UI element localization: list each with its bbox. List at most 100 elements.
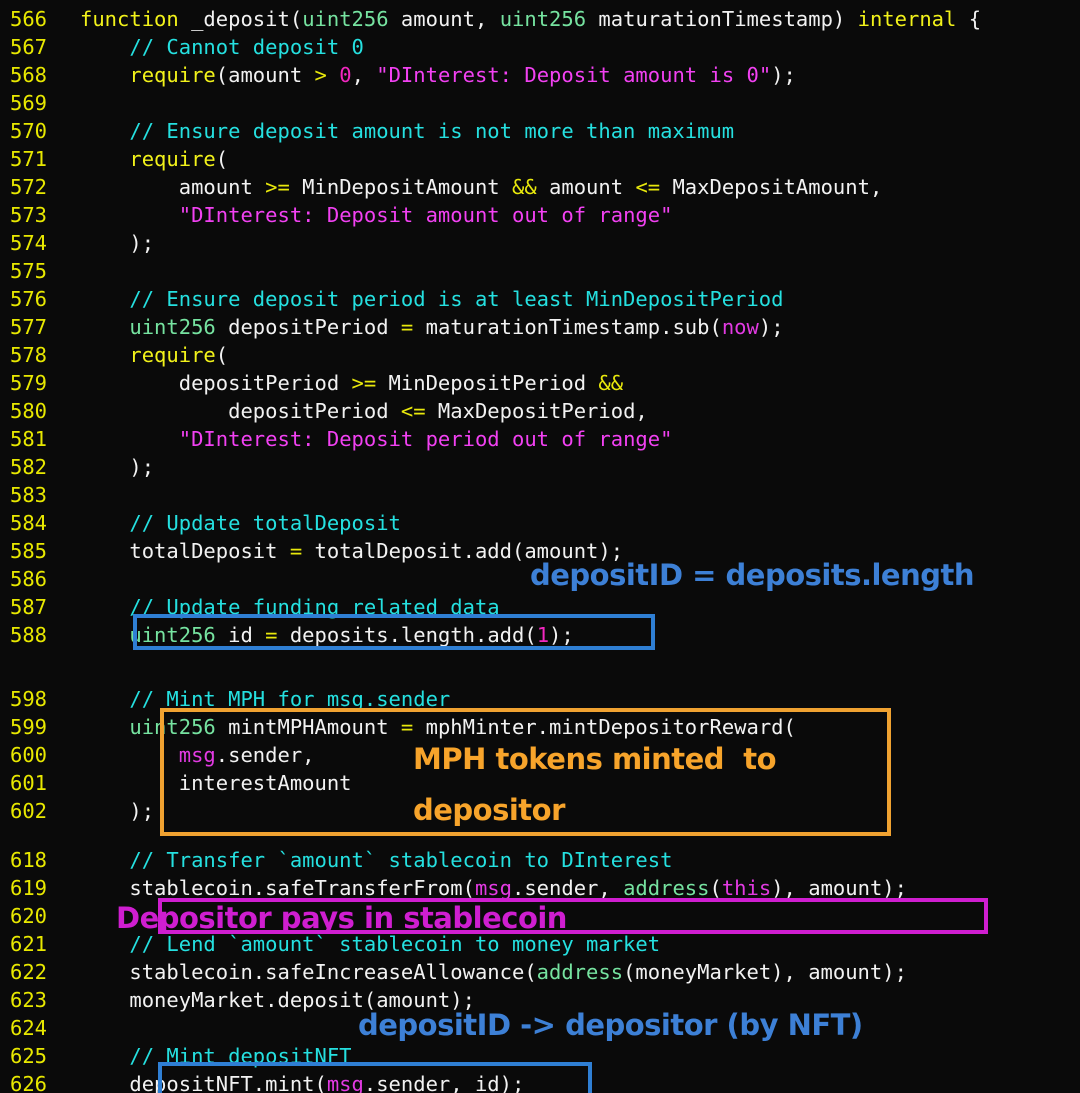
code-line[interactable]: 625 // Mint depositNFT (0, 1042, 1080, 1070)
line-number: 572 (10, 175, 48, 199)
code-line[interactable]: 569 (0, 89, 1080, 117)
code-line[interactable]: 572 amount >= MinDepositAmount && amount… (0, 173, 1080, 201)
code-token: maturationTimestamp) (586, 7, 858, 31)
line-number: 598 (10, 687, 48, 711)
line-number: 626 (10, 1072, 48, 1093)
code-line-text: require(amount > 0, "DInterest: Deposit … (80, 61, 796, 89)
code-token: stablecoin.safeIncreaseAllowance( (80, 960, 537, 984)
code-token: interestAmount (80, 771, 352, 795)
code-line[interactable]: 576 // Ensure deposit period is at least… (0, 285, 1080, 313)
code-line[interactable]: 583 (0, 481, 1080, 509)
code-token: > (314, 63, 327, 87)
code-line[interactable]: 570 // Ensure deposit amount is not more… (0, 117, 1080, 145)
code-token: now (721, 315, 759, 339)
line-number: 586 (10, 567, 48, 591)
code-token: ( (215, 343, 229, 367)
line-number: 571 (10, 147, 48, 171)
code-token: uint256 (129, 315, 216, 339)
code-line[interactable]: 581 "DInterest: Deposit period out of ra… (0, 425, 1080, 453)
code-token: depositPeriod (80, 399, 401, 423)
code-line[interactable]: 577 uint256 depositPeriod = maturationTi… (0, 313, 1080, 341)
code-line[interactable]: 598 // Mint MPH for msg.sender (0, 685, 1080, 713)
code-token: // Transfer `amount` stablecoin to DInte… (80, 848, 673, 872)
code-line[interactable]: 599 uint256 mintMPHAmount = mphMinter.mi… (0, 713, 1080, 741)
code-line-text: depositNFT.mint(msg.sender, id); (80, 1070, 524, 1093)
code-token: "DInterest: Deposit amount out of range" (178, 203, 673, 227)
code-line[interactable]: 584 // Update totalDeposit (0, 509, 1080, 537)
annotation-label: Depositor pays in stablecoin (116, 901, 567, 935)
code-token: MaxDepositAmount, (660, 175, 883, 199)
code-token: amount (536, 175, 636, 199)
code-token: function (80, 7, 192, 31)
code-line-text: // Cannot deposit 0 (80, 33, 364, 61)
line-number: 622 (10, 960, 48, 984)
code-line[interactable]: 618 // Transfer `amount` stablecoin to D… (0, 846, 1080, 874)
code-token: require (129, 147, 216, 171)
code-line[interactable]: 568 require(amount > 0, "DInterest: Depo… (0, 61, 1080, 89)
line-number: 625 (10, 1044, 48, 1068)
line-number: 577 (10, 315, 48, 339)
code-token: "DInterest: Deposit period out of range" (178, 427, 673, 451)
code-line-text: // Ensure deposit period is at least Min… (80, 285, 783, 313)
code-token: && (512, 175, 537, 199)
code-token: depositNFT.mint( (80, 1072, 327, 1093)
code-token: msg (178, 743, 216, 767)
code-token: && (598, 371, 624, 395)
code-line[interactable]: 575 (0, 257, 1080, 285)
code-screenshot: 566 function _deposit(uint256 amount, uin… (0, 0, 1080, 1093)
code-line[interactable]: 619 stablecoin.safeTransferFrom(msg.send… (0, 874, 1080, 902)
code-line[interactable]: 573 "DInterest: Deposit amount out of ra… (0, 201, 1080, 229)
code-line[interactable]: 580 depositPeriod <= MaxDepositPeriod, (0, 397, 1080, 425)
line-number: 566 (10, 7, 48, 31)
code-token: MinDepositAmount (289, 175, 512, 199)
line-number: 618 (10, 848, 48, 872)
code-token: = (400, 715, 414, 739)
code-token: 0 (339, 63, 352, 87)
code-line[interactable]: 582 ); (0, 453, 1080, 481)
code-token: _deposit (191, 7, 290, 31)
code-line[interactable]: 571 require( (0, 145, 1080, 173)
code-token: deposits.length.add( (277, 623, 537, 647)
code-token: MaxDepositPeriod, (425, 399, 648, 423)
code-line-text: depositPeriod >= MinDepositPeriod && (80, 369, 623, 397)
code-token: ); (771, 63, 796, 87)
code-token: <= (400, 399, 426, 423)
code-line[interactable]: 622 stablecoin.safeIncreaseAllowance(add… (0, 958, 1080, 986)
line-number: 584 (10, 511, 48, 535)
code-line[interactable]: 578 require( (0, 341, 1080, 369)
code-line[interactable]: 579 depositPeriod >= MinDepositPeriod && (0, 369, 1080, 397)
annotation-label: depositID = deposits.length (530, 558, 975, 592)
code-token: (moneyMarket), amount); (623, 960, 907, 984)
code-line-text: // Mint depositNFT (80, 1042, 351, 1070)
code-token: .sender, id); (363, 1072, 525, 1093)
code-token: internal (857, 7, 957, 31)
line-number: 583 (10, 483, 48, 507)
code-token: uint256 (129, 715, 216, 739)
code-line[interactable]: 567 // Cannot deposit 0 (0, 33, 1080, 61)
code-line[interactable]: 566 function _deposit(uint256 amount, uin… (0, 5, 1080, 33)
line-number: 585 (10, 539, 48, 563)
code-line-text: function _deposit(uint256 amount, uint25… (80, 5, 981, 33)
code-token: >= (351, 371, 377, 395)
code-line-text: // Update totalDeposit (80, 509, 401, 537)
code-line[interactable]: 587 // Update funding related data (0, 593, 1080, 621)
code-line-text: require( (80, 341, 228, 369)
code-token: ( (289, 7, 303, 31)
line-number: 576 (10, 287, 48, 311)
line-number: 573 (10, 203, 48, 227)
line-number: 578 (10, 343, 48, 367)
code-token: "DInterest: Deposit amount is 0" (376, 63, 772, 87)
code-token: require (129, 343, 216, 367)
code-line[interactable]: 574 ); (0, 229, 1080, 257)
code-line[interactable]: 588 uint256 id = deposits.length.add(1); (0, 621, 1080, 649)
code-token: ); (80, 231, 155, 255)
code-line-text: // Transfer `amount` stablecoin to DInte… (80, 846, 672, 874)
code-token: maturationTimestamp.sub( (413, 315, 722, 339)
line-number: 582 (10, 455, 48, 479)
code-line[interactable]: 626 depositNFT.mint(msg.sender, id); (0, 1070, 1080, 1093)
code-line-text: stablecoin.safeTransferFrom(msg.sender, … (80, 874, 907, 902)
